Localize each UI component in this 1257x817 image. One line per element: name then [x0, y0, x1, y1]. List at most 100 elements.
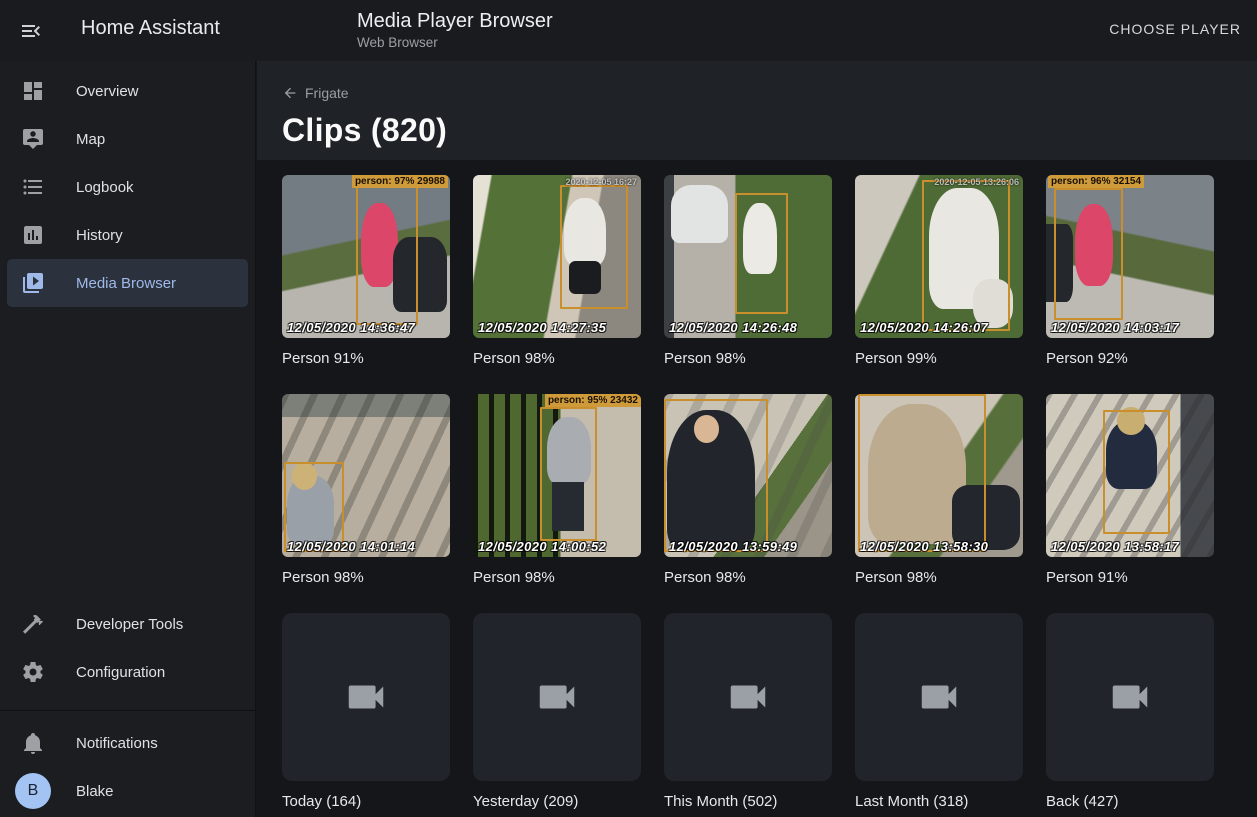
content-header: Frigate Clips (820): [257, 61, 1257, 160]
video-icon: [725, 674, 771, 720]
chart-box-icon: [21, 223, 45, 247]
clip-caption: Person 91%: [1046, 568, 1214, 588]
folder-thumbnail: [664, 613, 832, 781]
media-grid-scroll-area[interactable]: person: 97% 29988 12/05/2020 14:36:47 Pe…: [257, 160, 1257, 817]
menu-open-icon[interactable]: [18, 18, 44, 44]
sidebar-bottom-group: Notifications B Blake: [0, 719, 255, 817]
sidebar-item-label: Blake: [76, 783, 114, 800]
clip-caption: Person 98%: [473, 568, 641, 588]
page-heading: Clips (820): [282, 112, 1257, 149]
sidebar: Overview Map Logbook History Media Brows…: [0, 61, 256, 817]
bounding-box: [1103, 410, 1170, 534]
clip-card[interactable]: 12/05/2020 14:01:14 Person 98%: [282, 394, 450, 588]
clip-card[interactable]: person: 96% 32154 12/05/2020 14:03:17 Pe…: [1046, 175, 1214, 369]
clip-caption: Person 98%: [473, 349, 641, 369]
timestamp-overlay: 12/05/2020 13:58:30: [860, 539, 988, 554]
bounding-box: [858, 394, 986, 552]
clip-thumbnail: 12/05/2020 14:01:14: [282, 394, 450, 557]
tooltip-account-icon: [21, 127, 45, 151]
folder-card-yesterday[interactable]: Yesterday (209): [473, 613, 641, 812]
format-list-bulleted-icon: [21, 175, 45, 199]
clip-thumbnail: person: 97% 29988 12/05/2020 14:36:47: [282, 175, 450, 338]
folder-thumbnail: [282, 613, 450, 781]
timestamp-overlay: 12/05/2020 14:26:48: [669, 320, 797, 335]
clip-card[interactable]: 12/05/2020 14:26:48 Person 98%: [664, 175, 832, 369]
osd-camera-timestamp: 2020-12-05 16:27: [565, 177, 637, 187]
timestamp-overlay: 12/05/2020 13:59:49: [669, 539, 797, 554]
sidebar-item-overview[interactable]: Overview: [7, 67, 248, 115]
sidebar-item-label: History: [76, 227, 123, 244]
sidebar-footer-group: Developer Tools Configuration Notificati…: [0, 600, 255, 817]
detection-label: person: 97% 29988: [352, 175, 448, 188]
sidebar-item-label: Media Browser: [76, 275, 176, 292]
clip-card[interactable]: 12/05/2020 13:58:17 Person 91%: [1046, 394, 1214, 588]
folder-card-this-month[interactable]: This Month (502): [664, 613, 832, 812]
bounding-box: [664, 399, 768, 552]
folder-caption: Today (164): [282, 792, 450, 812]
page-title-block: Media Player Browser Web Browser: [357, 9, 553, 52]
sidebar-item-label: Map: [76, 131, 105, 148]
top-app-bar: Home Assistant Media Player Browser Web …: [0, 0, 1257, 61]
sidebar-spacer: [0, 307, 255, 600]
sidebar-item-logbook[interactable]: Logbook: [7, 163, 248, 211]
media-browser-content: Frigate Clips (820) person: 97% 29988 12…: [257, 61, 1257, 817]
gear-icon: [21, 660, 45, 684]
folder-caption: Yesterday (209): [473, 792, 641, 812]
folder-thumbnail: [1046, 613, 1214, 781]
bounding-box: [922, 180, 1009, 332]
arrow-left-icon: [282, 85, 298, 101]
clip-thumbnail: 12/05/2020 13:58:17: [1046, 394, 1214, 557]
detection-label: person: 96% 32154: [1048, 175, 1144, 188]
clip-thumbnail: 2020-12-05 16:27 12/05/2020 14:27:35: [473, 175, 641, 338]
timestamp-overlay: 12/05/2020 14:01:14: [287, 539, 415, 554]
clip-caption: Person 98%: [664, 568, 832, 588]
clip-thumbnail: 12/05/2020 14:26:48: [664, 175, 832, 338]
bell-icon: [21, 731, 45, 755]
sidebar-item-notifications[interactable]: Notifications: [7, 719, 248, 767]
sidebar-divider: [0, 710, 255, 711]
detection-label: person: 95% 23432: [545, 394, 641, 407]
video-icon: [343, 674, 389, 720]
sidebar-item-label: Logbook: [76, 179, 134, 196]
choose-player-button[interactable]: CHOOSE PLAYER: [1103, 19, 1247, 39]
sidebar-item-label: Configuration: [76, 664, 165, 681]
video-icon: [916, 674, 962, 720]
sidebar-item-map[interactable]: Map: [7, 115, 248, 163]
bounding-box: [1054, 188, 1123, 320]
clip-caption: Person 99%: [855, 349, 1023, 369]
breadcrumb[interactable]: Frigate: [282, 85, 349, 101]
sidebar-item-media-browser[interactable]: Media Browser: [7, 259, 248, 307]
clip-card[interactable]: person: 95% 23432 12/05/2020 14:00:52 Pe…: [473, 394, 641, 588]
sidebar-item-configuration[interactable]: Configuration: [7, 648, 248, 696]
sidebar-main-group: Overview Map Logbook History Media Brows…: [0, 61, 255, 307]
clip-card[interactable]: 12/05/2020 13:59:49 Person 98%: [664, 394, 832, 588]
osd-camera-timestamp: 2020-12-05 13:26:06: [934, 177, 1019, 187]
media-grid: person: 97% 29988 12/05/2020 14:36:47 Pe…: [257, 160, 1257, 812]
sidebar-item-user[interactable]: B Blake: [7, 767, 248, 815]
folder-card-back[interactable]: Back (427): [1046, 613, 1214, 812]
avatar: B: [15, 773, 51, 809]
clip-card[interactable]: 12/05/2020 13:58:30 Person 98%: [855, 394, 1023, 588]
clip-caption: Person 92%: [1046, 349, 1214, 369]
bounding-box: [560, 185, 627, 309]
view-dashboard-icon: [21, 79, 45, 103]
sidebar-item-history[interactable]: History: [7, 211, 248, 259]
clip-card[interactable]: 2020-12-05 13:26:06 12/05/2020 14:26:07 …: [855, 175, 1023, 369]
page-title: Media Player Browser: [357, 9, 553, 33]
bounding-box: [735, 193, 789, 314]
folder-card-last-month[interactable]: Last Month (318): [855, 613, 1023, 812]
clip-thumbnail: person: 95% 23432 12/05/2020 14:00:52: [473, 394, 641, 557]
video-icon: [534, 674, 580, 720]
sidebar-item-label: Overview: [76, 83, 139, 100]
clip-card[interactable]: 2020-12-05 16:27 12/05/2020 14:27:35 Per…: [473, 175, 641, 369]
play-box-multiple-icon: [21, 271, 45, 295]
clip-card[interactable]: person: 97% 29988 12/05/2020 14:36:47 Pe…: [282, 175, 450, 369]
sidebar-item-label: Notifications: [76, 735, 158, 752]
sidebar-item-developer-tools[interactable]: Developer Tools: [7, 600, 248, 648]
car-figure: [671, 185, 728, 244]
folder-card-today[interactable]: Today (164): [282, 613, 450, 812]
page-subtitle: Web Browser: [357, 34, 553, 52]
folder-thumbnail: [855, 613, 1023, 781]
menu-open-icon: [19, 19, 43, 43]
timestamp-overlay: 12/05/2020 14:03:17: [1051, 320, 1179, 335]
